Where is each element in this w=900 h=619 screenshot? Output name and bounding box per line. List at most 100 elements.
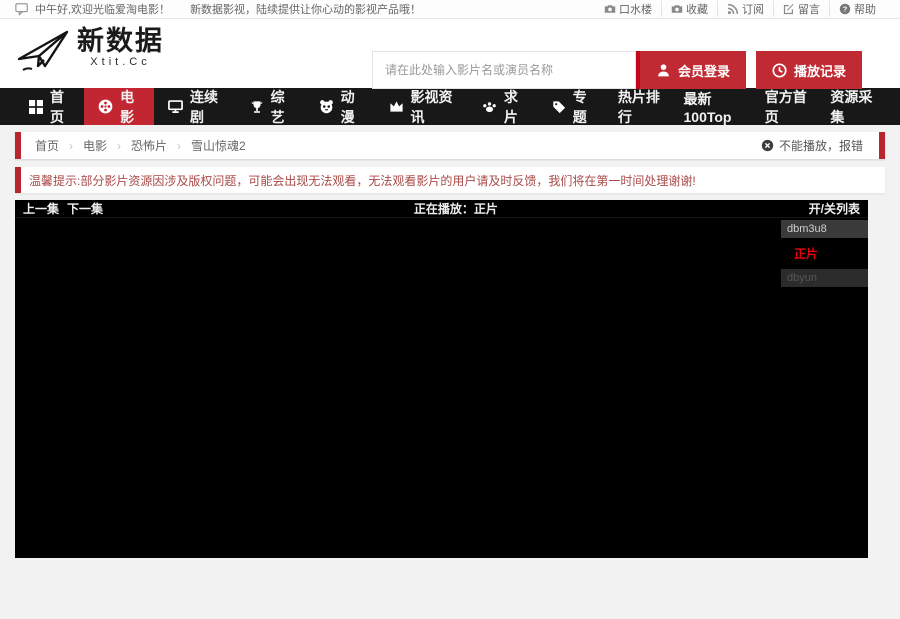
nav-item-hot-rank[interactable]: 热片排行 <box>607 88 673 125</box>
nav-label: 连续剧 <box>190 87 222 127</box>
play-history-button[interactable]: 播放记录 <box>756 51 862 89</box>
chevron-right-icon: › <box>69 139 73 153</box>
logo-subtitle: Xtit.Cc <box>77 56 164 68</box>
nav-label: 动漫 <box>341 87 361 127</box>
breadcrumb-home[interactable]: 首页 <box>35 137 59 154</box>
announcement-icon <box>15 2 29 16</box>
nav-label: 电影 <box>120 87 140 127</box>
panda-icon <box>319 99 334 114</box>
nav-label: 影视资讯 <box>411 87 454 127</box>
player-top-strip: 上一集 下一集 正在播放：正片 开/关列表 <box>15 200 868 218</box>
logo-text: 新数据 Xtit.Cc <box>77 26 164 68</box>
edit-icon <box>783 3 795 15</box>
nav-label: 首页 <box>50 87 70 127</box>
slogan-text: 新数据影视，陆续提供让你心动的影视产品哦！ <box>190 1 421 17</box>
user-icon <box>656 63 671 78</box>
nav-item-official-home[interactable]: 官方首页 <box>754 88 820 125</box>
home-grid-icon <box>29 100 43 114</box>
header-buttons: 会员登录 播放记录 <box>640 51 862 89</box>
search-box <box>372 51 676 89</box>
nav-item-top100[interactable]: 最新100Top <box>673 88 754 125</box>
toplink-subscribe[interactable]: 订阅 <box>717 1 773 17</box>
nav-item-topics[interactable]: 专题 <box>538 88 607 125</box>
topbar: 中午好,欢迎光临爱淘电影！ 新数据影视，陆续提供让你心动的影视产品哦！ 口水楼 … <box>0 0 900 19</box>
nav-item-anime[interactable]: 动漫 <box>305 88 375 125</box>
nav-item-series[interactable]: 连续剧 <box>154 88 236 125</box>
episode-nav: 上一集 下一集 <box>23 200 103 217</box>
prev-episode-link[interactable]: 上一集 <box>23 200 59 217</box>
nav-right: 热片排行 最新100Top 官方首页 资源采集 <box>607 88 885 125</box>
search-input[interactable] <box>372 51 636 89</box>
help-icon: ? <box>839 3 851 15</box>
toplink-favorite[interactable]: 收藏 <box>661 1 717 17</box>
main-nav: 首页 电影 连续剧 综艺 动漫 影视资讯 求片 <box>0 88 900 125</box>
topbar-links: 口水楼 收藏 订阅 留言 ? 帮助 <box>595 1 885 17</box>
nav-label: 综艺 <box>271 87 291 127</box>
nav-label: 热片排行 <box>618 87 662 127</box>
toggle-playlist-link[interactable]: 开/关列表 <box>809 200 860 217</box>
play-history-label: 播放记录 <box>794 61 846 80</box>
crown-icon <box>389 99 404 114</box>
nav-item-movies[interactable]: 电影 <box>84 88 154 125</box>
toplink-message[interactable]: 留言 <box>773 1 829 17</box>
header: 新数据 Xtit.Cc 会员登录 播放记录 <box>0 19 900 88</box>
toplink-help[interactable]: ? 帮助 <box>829 1 885 17</box>
nav-item-news[interactable]: 影视资讯 <box>375 88 468 125</box>
notice-text: 温馨提示:部分影片资源因涉及版权问题，可能会出现无法观看，无法观看影片的用户请及… <box>15 172 696 189</box>
toplink-label: 帮助 <box>854 1 876 17</box>
toplink-label: 订阅 <box>742 1 764 17</box>
site-logo[interactable]: 新数据 Xtit.Cc <box>15 26 164 78</box>
chevron-right-icon: › <box>117 139 121 153</box>
breadcrumb-current-title: 雪山惊魂2 <box>191 137 246 154</box>
breadcrumb: 首页 › 电影 › 恐怖片 › 雪山惊魂2 <box>15 137 246 154</box>
next-episode-link[interactable]: 下一集 <box>67 200 103 217</box>
breadcrumb-bar: 首页 › 电影 › 恐怖片 › 雪山惊魂2 不能播放，报错 <box>15 132 885 159</box>
paw-icon <box>482 99 497 114</box>
toplink-koushui[interactable]: 口水楼 <box>595 1 661 17</box>
camera-icon <box>671 3 683 15</box>
svg-text:?: ? <box>843 5 848 14</box>
chevron-right-icon: › <box>177 139 181 153</box>
nav-item-variety[interactable]: 综艺 <box>236 88 305 125</box>
topbar-greeting: 中午好,欢迎光临爱淘电影！ 新数据影视，陆续提供让你心动的影视产品哦！ <box>15 1 421 17</box>
video-area[interactable] <box>15 219 781 558</box>
nav-label: 最新100Top <box>684 89 743 125</box>
report-error-link[interactable]: 不能播放，报错 <box>761 137 885 154</box>
nav-item-home[interactable]: 首页 <box>15 88 84 125</box>
clock-icon <box>772 63 787 78</box>
notice-left-accent <box>15 167 21 193</box>
greeting-text: 中午好,欢迎光临爱淘电影！ <box>35 1 170 17</box>
nav-label: 资源采集 <box>830 87 874 127</box>
breadcrumb-movies[interactable]: 电影 <box>83 137 107 154</box>
breadcrumb-left-accent <box>15 132 21 159</box>
playlist-episode-active[interactable]: 正片 <box>781 242 868 266</box>
toplink-label: 收藏 <box>686 1 708 17</box>
nav-item-resource-collect[interactable]: 资源采集 <box>819 88 885 125</box>
toplink-label: 口水楼 <box>619 1 652 17</box>
paper-plane-icon <box>15 26 73 78</box>
video-player: 上一集 下一集 正在播放：正片 开/关列表 dbm3u8 正片 dbyun <box>15 200 868 558</box>
tag-icon <box>552 100 566 114</box>
nav-label: 求片 <box>504 87 524 127</box>
breadcrumb-right-accent <box>879 132 885 159</box>
playlist-panel: dbm3u8 正片 dbyun <box>781 220 868 291</box>
playlist-source-dbm3u8[interactable]: dbm3u8 <box>781 220 868 238</box>
member-login-button[interactable]: 会员登录 <box>640 51 746 89</box>
now-playing-label: 正在播放：正片 <box>103 200 809 217</box>
logo-title: 新数据 <box>77 26 164 56</box>
trophy-icon <box>250 100 264 114</box>
error-circle-icon <box>761 139 774 152</box>
report-error-label: 不能播放，报错 <box>779 137 863 154</box>
rss-icon <box>727 3 739 15</box>
breadcrumb-horror[interactable]: 恐怖片 <box>131 137 167 154</box>
toplink-label: 留言 <box>798 1 820 17</box>
playlist-source-dbyun[interactable]: dbyun <box>781 269 868 287</box>
camera-icon <box>604 3 616 15</box>
film-reel-icon <box>98 99 113 114</box>
nav-item-request[interactable]: 求片 <box>468 88 538 125</box>
tv-icon <box>168 99 183 114</box>
member-login-label: 会员登录 <box>678 61 730 80</box>
nav-label: 官方首页 <box>765 87 809 127</box>
notice-bar: 温馨提示:部分影片资源因涉及版权问题，可能会出现无法观看，无法观看影片的用户请及… <box>15 167 885 193</box>
nav-label: 专题 <box>573 87 593 127</box>
